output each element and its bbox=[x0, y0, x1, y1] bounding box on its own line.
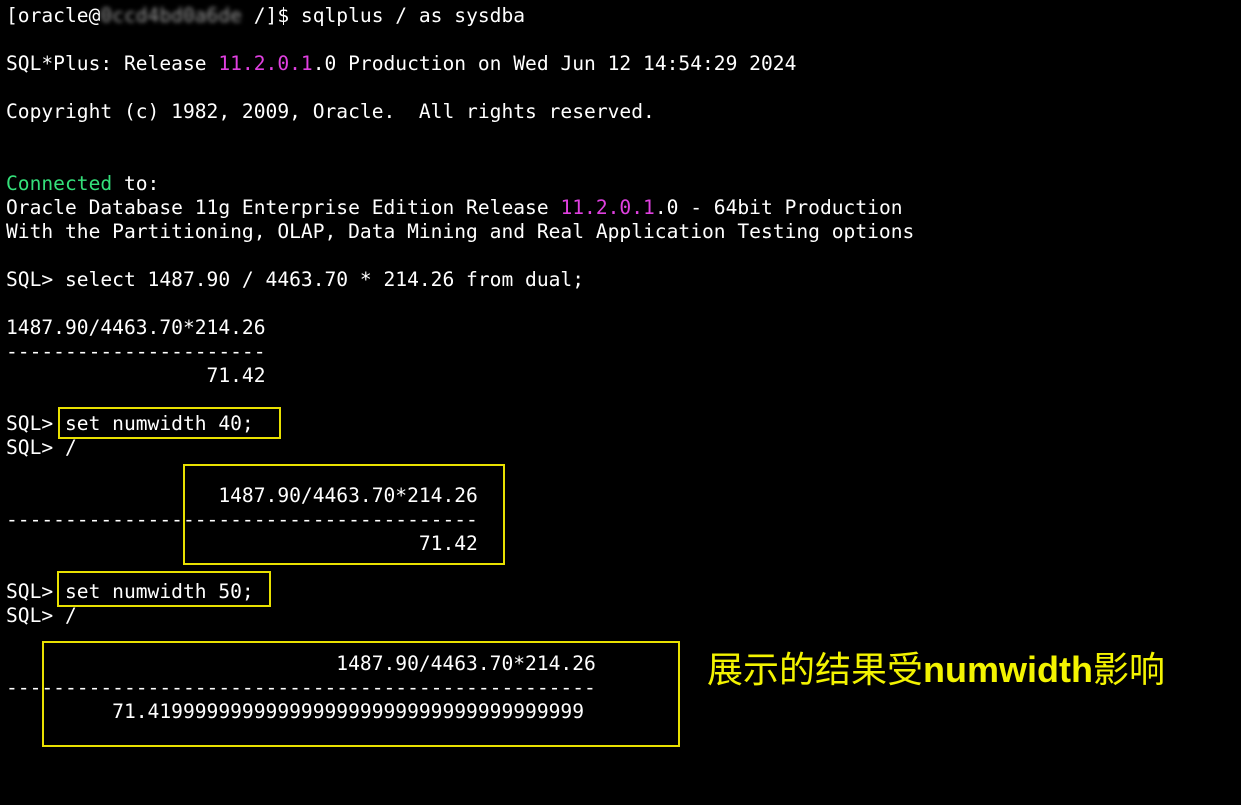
terminal-window[interactable]: [oracle@0ccd4bd0a6de /]$ sqlplus / as sy… bbox=[0, 0, 1241, 805]
connected-tail: to: bbox=[112, 172, 160, 195]
rerun-command-1: SQL> / bbox=[6, 436, 77, 459]
result1-dashes: ---------------------- bbox=[6, 340, 266, 363]
set-numwidth-40-line: SQL> set numwidth 40; bbox=[6, 412, 254, 436]
banner-prefix: SQL*Plus: Release bbox=[6, 52, 219, 75]
sql-prompt: SQL> bbox=[6, 412, 65, 435]
shell-prompt-line: [oracle@0ccd4bd0a6de /]$ sqlplus / as sy… bbox=[6, 4, 525, 28]
connected-line: Connected to: bbox=[6, 172, 159, 196]
set-numwidth-40-command: set numwidth 40; bbox=[64, 412, 254, 435]
set-numwidth-50-command: set numwidth 50; bbox=[64, 580, 254, 603]
annotation-prefix: 展示的结果受 bbox=[707, 650, 924, 691]
select-query-line: SQL> select 1487.90 / 4463.70 * 214.26 f… bbox=[6, 268, 585, 291]
copyright-line: Copyright (c) 1982, 2009, Oracle. All ri… bbox=[6, 100, 655, 123]
banner-suffix: .0 Production on Wed Jun 12 14:54:29 202… bbox=[312, 52, 797, 75]
set-numwidth-50-line: SQL> set numwidth 50; bbox=[6, 580, 254, 604]
sqlplus-banner: SQL*Plus: Release 11.2.0.1.0 Production … bbox=[6, 52, 796, 76]
banner-version: 11.2.0.1 bbox=[218, 52, 313, 75]
rerun-command-2: SQL> / bbox=[6, 604, 77, 627]
options-line: With the Partitioning, OLAP, Data Mining… bbox=[6, 220, 915, 243]
result2-header: 1487.90/4463.70*214.26 bbox=[6, 484, 478, 507]
result3-header: 1487.90/4463.70*214.26 bbox=[6, 652, 596, 675]
sql-prompt: SQL> bbox=[6, 580, 65, 603]
result1-header: 1487.90/4463.70*214.26 bbox=[6, 316, 266, 339]
db-version: 11.2.0.1 bbox=[560, 196, 655, 219]
result3-dashes: ----------------------------------------… bbox=[6, 676, 596, 699]
annotation-suffix: 影响 bbox=[1092, 650, 1165, 691]
annotation-keyword: numwidth bbox=[923, 649, 1093, 690]
prompt-hostname-redacted: 0ccd4bd0a6de bbox=[100, 4, 242, 27]
prompt-command: /]$ sqlplus / as sysdba bbox=[241, 4, 526, 27]
connected-word: Connected bbox=[6, 172, 113, 195]
database-version-line: Oracle Database 11g Enterprise Edition R… bbox=[6, 196, 903, 220]
result1-value: 71.42 bbox=[6, 364, 266, 387]
annotation-text: 展示的结果受numwidth影响 bbox=[707, 646, 1187, 695]
prompt-user: [oracle@ bbox=[6, 4, 101, 27]
db-suffix: .0 - 64bit Production bbox=[654, 196, 903, 219]
result2-dashes: ---------------------------------------- bbox=[6, 508, 478, 531]
result2-value: 71.42 bbox=[6, 532, 478, 555]
db-prefix: Oracle Database 11g Enterprise Edition R… bbox=[6, 196, 561, 219]
result3-value: 71.4199999999999999999999999999999999999 bbox=[6, 700, 585, 723]
